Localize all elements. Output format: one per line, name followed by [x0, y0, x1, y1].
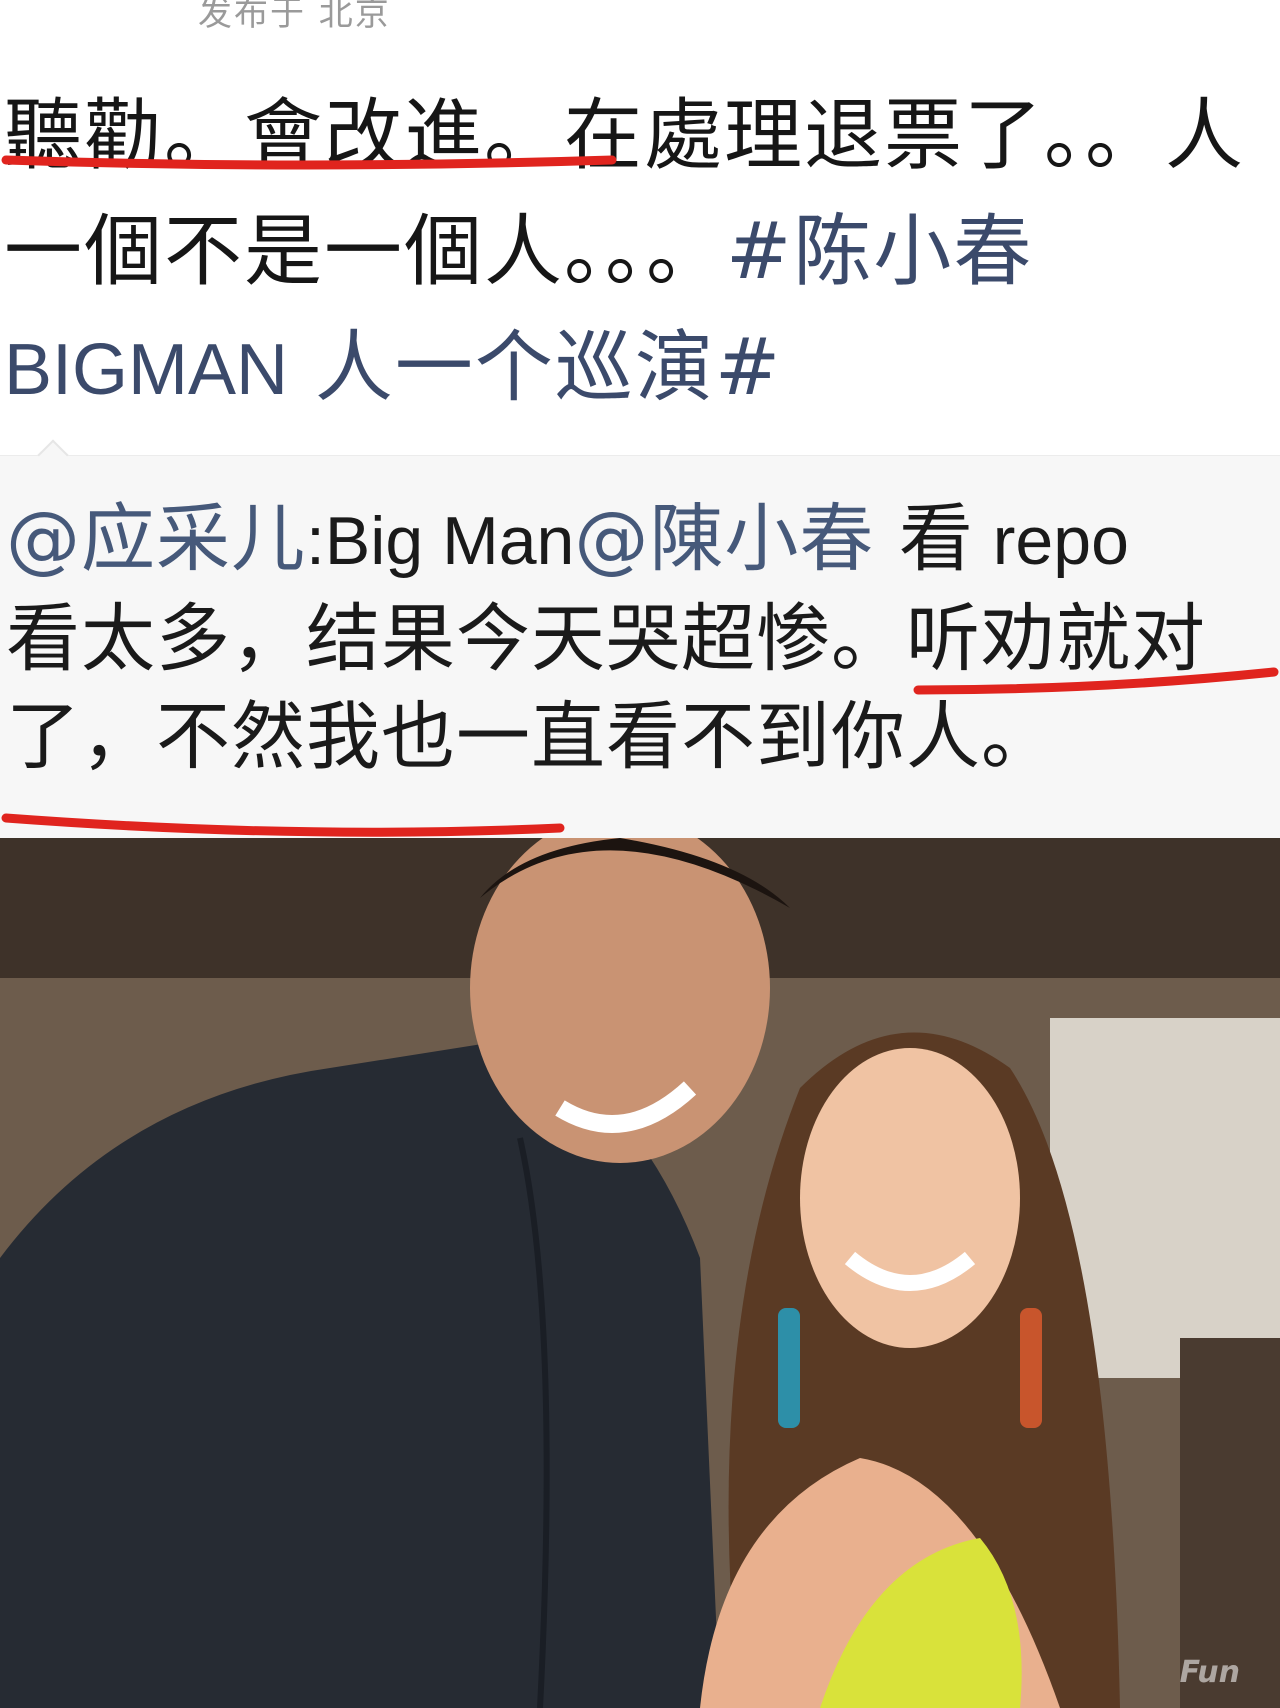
quoted-post-text: @应采儿:Big Man@陳小春 看 repo 看太多，结果今天哭超惨。听劝就对… — [6, 490, 1276, 786]
mention-chen-xiaochun[interactable]: @陳小春 — [574, 496, 874, 582]
quote-line-3: 了，不然我也一直看不到你人。 — [6, 694, 1056, 780]
post-line-2-text: 一個不是一個人。。。 — [4, 207, 727, 297]
post-body-text: 聽勸。會改進。在處理退票了。。人 一個不是一個人。。。#陈小春 BIGMAN 人… — [4, 78, 1276, 428]
quote-line-1: @应采儿:Big Man@陳小春 看 repo — [6, 490, 1276, 590]
post-line-1: 聽勸。會改進。在處理退票了。。人 — [4, 91, 1246, 181]
photo-image — [0, 838, 1280, 1708]
hashtag-bigman-tour[interactable]: BIGMAN 人一个巡演# — [4, 310, 1276, 428]
post-location-meta: 发布于 北京 — [198, 0, 391, 34]
quote-repo-text: repo — [973, 503, 1129, 579]
quote-kan-text: 看 — [874, 496, 974, 582]
hashtag-bigman-rest: 人一个巡演# — [288, 323, 783, 413]
quote-bigman-text: :Big Man — [306, 503, 575, 579]
hashtag-chen-xiaochun[interactable]: #陈小春 — [726, 207, 1033, 297]
post-photo[interactable]: Fun — [0, 838, 1280, 1708]
post-line-2: 一個不是一個人。。。#陈小春 — [4, 194, 1276, 310]
quote-line-2: 看太多，结果今天哭超惨。听劝就对 — [6, 596, 1206, 682]
hashtag-bigman-ascii: BIGMAN — [4, 330, 289, 410]
mention-ying-caier[interactable]: @应采儿 — [6, 496, 306, 582]
photo-watermark: Fun — [1179, 1655, 1240, 1690]
